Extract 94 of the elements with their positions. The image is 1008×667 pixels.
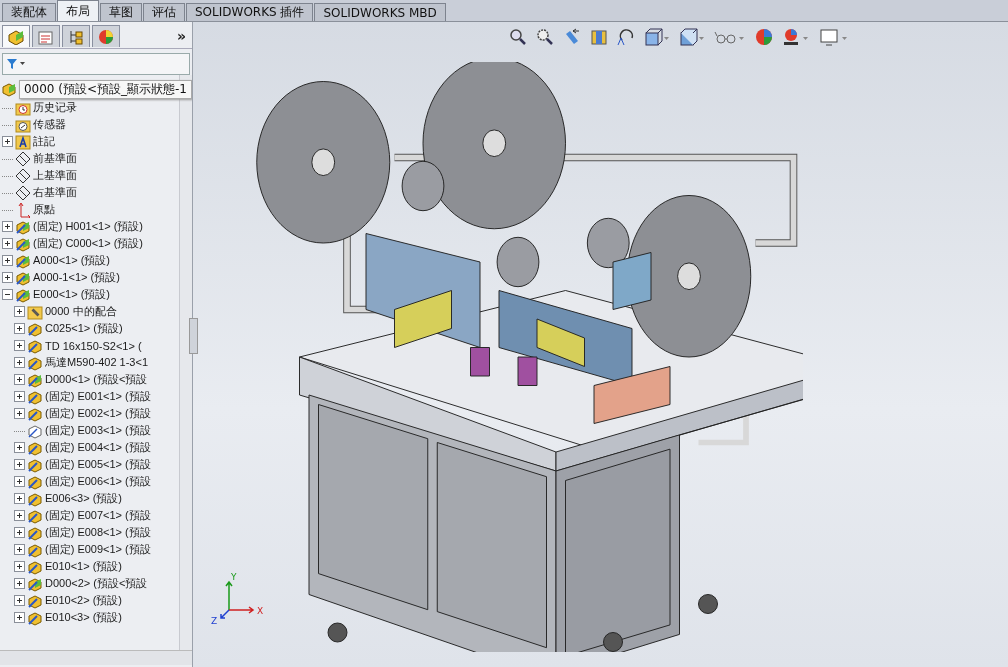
tree-item[interactable]: D000<1> (預設<預設 [45, 372, 148, 387]
plus-toggle-icon[interactable] [14, 612, 25, 623]
splitter-handle[interactable] [189, 318, 198, 354]
tree-item[interactable]: (固定) E002<1> (預設 [45, 406, 151, 421]
plus-toggle-icon[interactable] [14, 306, 25, 317]
tree-item[interactable]: 馬達M590-402 1-3<1 [45, 355, 149, 370]
tree-item[interactable]: (固定) C000<1> (預設) [33, 236, 144, 251]
tree-item[interactable]: (固定) E003<1> (預設 [45, 423, 151, 438]
plus-toggle-icon[interactable] [2, 136, 13, 147]
property-sheet-icon [37, 28, 55, 45]
axis-triad-icon [217, 580, 257, 620]
rotate-icon[interactable] [617, 28, 635, 46]
tree-item[interactable]: A000<1> (預設) [33, 253, 111, 268]
filter-icon [6, 58, 26, 70]
plus-toggle-icon[interactable] [14, 357, 25, 368]
tree-item[interactable]: E010<3> (預設) [45, 610, 123, 625]
command-tab[interactable]: SOLIDWORKS 插件 [186, 3, 314, 21]
panel-tab[interactable] [62, 25, 90, 47]
plus-toggle-icon[interactable] [14, 442, 25, 453]
plus-toggle-icon[interactable] [14, 527, 25, 538]
tree-item[interactable]: A000-1<1> (預設) [33, 270, 120, 285]
plus-toggle-icon[interactable] [14, 408, 25, 419]
plus-toggle-icon[interactable] [14, 323, 25, 334]
command-tab[interactable]: 装配体 [2, 3, 56, 21]
paperclip-folder-icon [27, 303, 43, 320]
zoom-area-icon[interactable] [536, 28, 554, 46]
tree-item[interactable]: C025<1> (預設) [45, 321, 123, 336]
tree-item[interactable]: TD 16x150-S2<1> ( [45, 339, 142, 352]
tree-item[interactable]: 0000 中的配合 [45, 304, 117, 319]
command-tab[interactable]: 草图 [100, 3, 142, 21]
plus-toggle-icon[interactable] [14, 561, 25, 572]
tree-root-item[interactable]: 0000 (預設<預設_顯示狀態-1 [18, 79, 192, 99]
plane-icon [15, 167, 31, 184]
plus-toggle-icon[interactable] [14, 340, 25, 351]
tree-item[interactable]: 註記 [33, 134, 55, 149]
command-tab[interactable]: 布局 [57, 0, 99, 21]
tree-item[interactable]: 右基準面 [33, 185, 77, 200]
plus-toggle-icon[interactable] [2, 221, 13, 232]
scene-icon[interactable] [782, 28, 810, 46]
z-axis-label: Z [211, 616, 218, 626]
y-axis-label: Y [231, 572, 237, 582]
assembly-icon [1, 81, 17, 97]
plus-toggle-icon[interactable] [14, 374, 25, 385]
tree-item[interactable]: (固定) E007<1> (預設 [45, 508, 151, 523]
tree-item[interactable]: E010<1> (預設) [45, 559, 123, 574]
plus-toggle-icon[interactable] [14, 578, 25, 589]
tree-item[interactable]: 上基準面 [33, 168, 77, 183]
plus-toggle-icon[interactable] [14, 510, 25, 521]
tree-item[interactable]: 前基準面 [33, 151, 77, 166]
tree-item[interactable]: E006<3> (預設) [45, 491, 123, 506]
plus-toggle-icon[interactable] [14, 595, 25, 606]
tree-item[interactable]: E010<2> (預設) [45, 593, 123, 608]
monitor-icon[interactable] [819, 28, 849, 46]
command-tab[interactable]: SOLIDWORKS MBD [314, 3, 446, 21]
tree-item[interactable]: (固定) E008<1> (預設 [45, 525, 151, 540]
panel-tab[interactable] [92, 25, 120, 47]
color-ball-icon[interactable] [755, 28, 773, 46]
panel-tab[interactable] [2, 25, 30, 47]
plus-toggle-icon[interactable] [14, 476, 25, 487]
plus-toggle-icon[interactable] [14, 459, 25, 470]
filter-field[interactable] [2, 53, 190, 75]
tree-item[interactable]: 原點 [33, 202, 55, 217]
letter-folder-icon [15, 133, 31, 150]
plane-icon [15, 184, 31, 201]
section-view-icon[interactable] [590, 28, 608, 46]
tree-item[interactable]: (固定) E005<1> (預設 [45, 457, 151, 472]
plus-toggle-icon[interactable] [2, 238, 13, 249]
cubes-icon [7, 28, 25, 45]
tree-item[interactable]: (固定) E001<1> (預設 [45, 389, 151, 404]
scrollbar[interactable] [0, 650, 192, 665]
view-cube-icon[interactable] [644, 28, 670, 46]
hierarchy-icon [67, 28, 85, 45]
tree-item[interactable]: (固定) E006<1> (預設 [45, 474, 151, 489]
panel-tab[interactable] [32, 25, 60, 47]
command-tab[interactable]: 评估 [143, 3, 185, 21]
x-axis-label: X [257, 606, 264, 616]
tree-item[interactable]: E000<1> (預設) [33, 287, 111, 302]
plus-toggle-icon[interactable] [14, 544, 25, 555]
plus-toggle-icon[interactable] [14, 493, 25, 504]
zoom-fit-icon[interactable] [509, 28, 527, 46]
display-style-icon[interactable] [679, 28, 705, 46]
plus-toggle-icon[interactable] [2, 272, 13, 283]
more-tabs-button[interactable]: » [176, 28, 186, 44]
tree-item[interactable]: 传感器 [33, 117, 66, 132]
tree-item[interactable]: 历史记录 [33, 100, 77, 115]
tree-item[interactable]: (固定) E009<1> (預設 [45, 542, 151, 557]
tree-item[interactable]: D000<2> (預設<預設 [45, 576, 148, 591]
minus-toggle-icon[interactable] [2, 289, 13, 300]
color-ball-icon [97, 28, 115, 45]
plus-toggle-icon[interactable] [14, 391, 25, 402]
plus-toggle-icon[interactable] [2, 255, 13, 266]
plane-icon [15, 150, 31, 167]
tree-item[interactable]: (固定) H001<1> (預設) [33, 219, 144, 234]
tree-item[interactable]: (固定) E004<1> (預設 [45, 440, 151, 455]
